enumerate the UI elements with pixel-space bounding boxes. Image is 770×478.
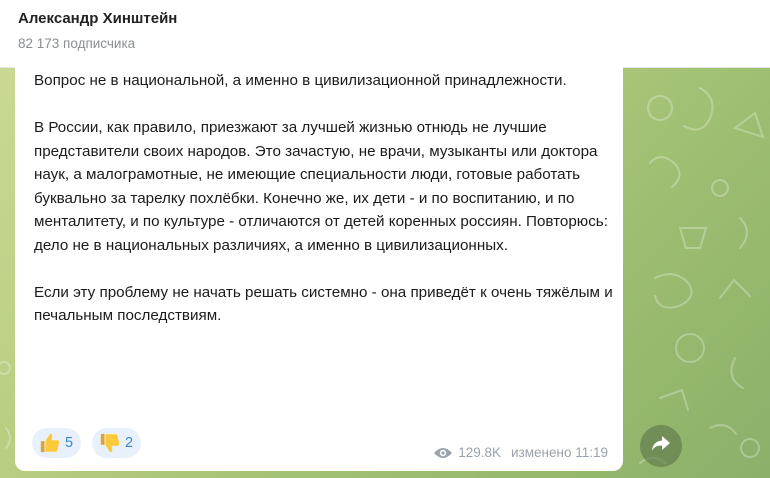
thumbs-down-icon <box>99 432 121 454</box>
subscriber-count: 82 173 подписчика <box>18 36 136 51</box>
message-paragraph: Если эту проблему не начать решать систе… <box>34 283 613 325</box>
reaction-count: 2 <box>125 435 134 451</box>
message-paragraph: В России, как правило, приезжают за лучш… <box>34 119 608 254</box>
edited-timestamp: изменено 11:19 <box>511 445 608 460</box>
share-arrow-icon <box>651 435 671 458</box>
reaction-count: 5 <box>65 435 74 451</box>
reaction-thumbs-down[interactable]: 2 <box>92 428 142 458</box>
message-meta: 129.8K изменено 11:19 <box>433 445 608 460</box>
forward-button[interactable] <box>640 425 682 467</box>
thumbs-up-icon <box>39 432 61 454</box>
reaction-thumbs-up[interactable]: 5 <box>32 428 82 458</box>
message-bubble[interactable]: Вопрос не в национальной, а именно в цив… <box>15 55 623 471</box>
view-count: 129.8K <box>458 445 502 460</box>
message-text: Вопрос не в национальной, а именно в цив… <box>34 69 619 328</box>
message-paragraph: Вопрос не в национальной, а именно в цив… <box>34 72 567 89</box>
eye-icon <box>433 446 453 460</box>
channel-name[interactable]: Александр Хинштейн <box>18 10 177 27</box>
